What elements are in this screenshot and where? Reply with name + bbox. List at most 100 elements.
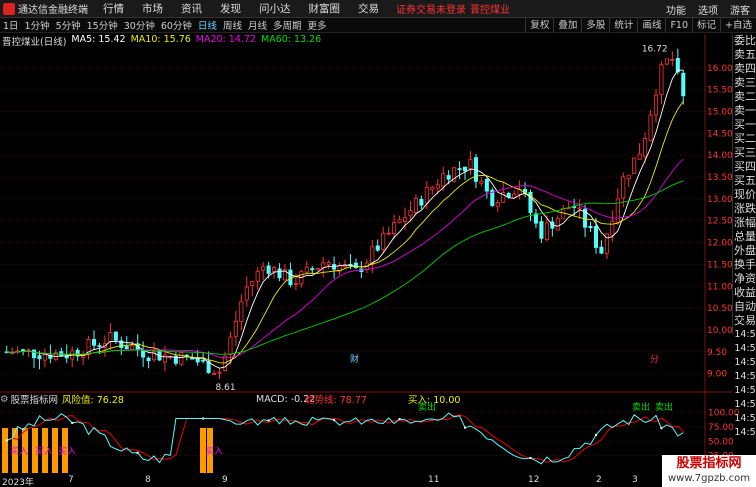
signal-bar <box>2 428 8 473</box>
buy-value: 买入: 10.00 <box>408 395 461 406</box>
price-tick-label: 16.00 <box>707 64 733 74</box>
side-item: 现价 <box>734 188 756 201</box>
candle-down <box>588 225 593 229</box>
buy-label: 买入 <box>58 446 76 457</box>
side-item: 买二 <box>734 132 756 145</box>
side-item: 卖二 <box>734 90 756 103</box>
side-item: 14:5 <box>734 357 756 368</box>
candle-down <box>375 245 380 251</box>
candle-down <box>37 355 42 360</box>
candle-down <box>113 331 118 341</box>
price-tick-label: 15.00 <box>707 108 733 118</box>
candle-up <box>386 232 391 235</box>
risk-line <box>6 412 684 465</box>
candle-up <box>413 197 418 213</box>
candle-up <box>648 114 653 141</box>
price-tick-label: 10.50 <box>707 304 733 314</box>
candle-up <box>653 94 659 116</box>
signal-dot <box>660 427 663 430</box>
candle-up <box>392 222 397 235</box>
candle-up <box>244 286 249 301</box>
ma20-line <box>6 158 684 359</box>
candle-down <box>277 268 282 279</box>
candle-down <box>266 265 271 274</box>
candle-up <box>664 58 669 65</box>
side-item: 卖三 <box>734 76 756 89</box>
side-item: 卖一 <box>734 104 756 117</box>
buy-label: 买入 <box>205 446 223 457</box>
candle-down <box>31 349 37 359</box>
side-item: 涨幅 <box>734 216 756 229</box>
candle-up <box>577 207 582 210</box>
candle-up <box>424 187 429 204</box>
signal-dot <box>594 433 597 436</box>
date-label: 8 <box>145 475 151 485</box>
candle-up <box>632 157 637 174</box>
candle-up <box>293 283 298 285</box>
candle-down <box>539 221 544 239</box>
candle-up <box>228 336 233 355</box>
signal-dot <box>529 456 532 459</box>
buy-label: 买入 <box>10 446 28 457</box>
candle-up <box>272 267 277 272</box>
candle-up <box>250 281 255 287</box>
watermark-url: www.7gpzb.com <box>668 473 750 484</box>
side-item: 换手 <box>734 258 756 271</box>
candle-up <box>130 345 135 350</box>
candle-up <box>239 301 244 323</box>
signal-dot <box>464 426 467 429</box>
side-item: 净资 <box>734 272 756 285</box>
candle-up <box>479 180 484 184</box>
side-item: 涨跌 <box>734 202 756 215</box>
kline-chart[interactable]: 16.00 15.50 15.00 14.50 14.00 13.50 13.00 12.50… <box>0 0 756 487</box>
candle-up <box>315 268 320 271</box>
price-tick-label: 12.00 <box>707 239 733 249</box>
candle-up <box>321 262 326 268</box>
candle-up <box>610 220 615 236</box>
price-tick-label: 14.00 <box>707 151 733 161</box>
candle-up <box>643 138 648 157</box>
candle-down <box>533 213 538 224</box>
side-item: 委比 <box>734 34 756 47</box>
gear-icon[interactable]: ⚙ <box>0 394 9 405</box>
side-item: 外盘 <box>734 244 756 257</box>
candle-up <box>435 184 440 189</box>
candle-down <box>141 349 146 358</box>
candle-down <box>124 346 129 350</box>
candle-up <box>637 153 642 160</box>
candle-down <box>599 246 604 254</box>
candle-up <box>621 176 626 199</box>
indicator-legend: ⚙ 股票指标网 风险值: 76.28 MACD: -0.22 趋势线: 78.7… <box>0 392 732 407</box>
watermark-title: 股票指标网 <box>676 456 742 471</box>
side-item: 14:5 <box>734 343 756 354</box>
candle-up <box>408 210 413 217</box>
candle-down <box>484 178 489 192</box>
quote-side-panel: 委比 卖五 卖四 卖三 卖二 卖一 买一 买二 买三 买四 买五 现价 涨跌 涨幅 总量 外盘 换手 净资 收益 自动… <box>732 34 756 438</box>
candle-down <box>310 268 315 271</box>
indicator-name[interactable]: 股票指标网 <box>11 392 59 406</box>
signal-dot <box>202 417 205 420</box>
candle-up <box>441 173 446 187</box>
candle-down <box>419 198 424 206</box>
candle-up <box>233 320 238 337</box>
signal-dot <box>333 419 336 422</box>
candle-up <box>626 174 631 180</box>
price-tick-label: 15.50 <box>707 86 733 96</box>
side-item: 交易 <box>734 314 756 327</box>
date-label: 9 <box>222 475 228 485</box>
signal-dot <box>267 419 270 422</box>
price-tick-label: 9.00 <box>707 370 727 380</box>
candle-up <box>561 208 566 220</box>
ind-tick-label: 75.00 <box>708 423 734 433</box>
date-label: 3 <box>632 475 638 485</box>
event-marker-fen: 分 <box>650 354 659 365</box>
candle-up <box>402 217 408 222</box>
candle-up <box>212 373 217 376</box>
candle-up <box>381 232 386 250</box>
side-item: 卖四 <box>734 62 756 75</box>
side-item: 买三 <box>734 146 756 159</box>
side-item: 14:5 <box>734 413 756 424</box>
candle-up <box>326 262 331 266</box>
low-price-marker: 8.61 <box>216 383 236 393</box>
side-item: 14:5 <box>734 385 756 396</box>
